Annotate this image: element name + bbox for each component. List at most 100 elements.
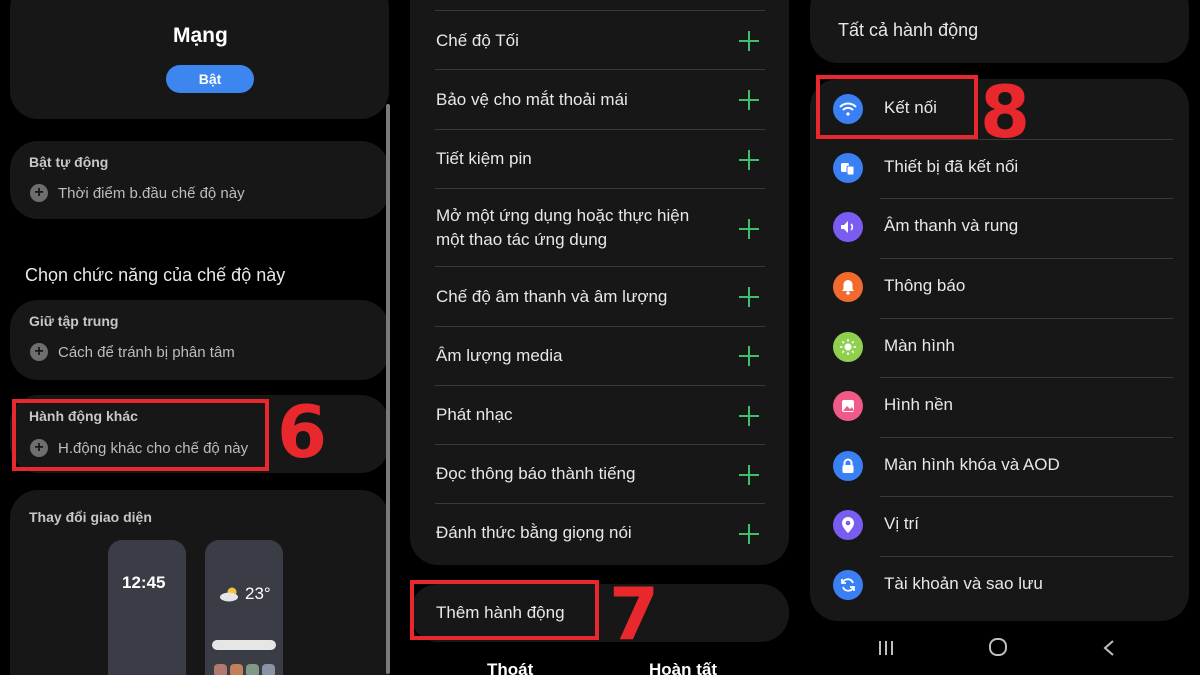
- action-item[interactable]: Âm lượng media: [435, 327, 765, 386]
- action-item[interactable]: Bảo vệ cho mắt thoải mái: [435, 70, 765, 130]
- list-divider: [880, 556, 1173, 557]
- setting-item-wallpaper[interactable]: Hình nền: [833, 377, 1173, 436]
- add-icon[interactable]: [739, 150, 759, 170]
- focus-card[interactable]: Giữ tập trung + Cách để tránh bị phân tâ…: [10, 300, 389, 380]
- lock-icon: [833, 451, 863, 481]
- lockscreen-preview[interactable]: 12:45: [108, 540, 186, 675]
- list-divider: [880, 496, 1173, 497]
- widget-bar: [212, 640, 276, 650]
- list-divider: [880, 258, 1173, 259]
- action-item[interactable]: Tiết kiệm pin: [435, 130, 765, 189]
- action-item[interactable]: Phát nhạc: [435, 386, 765, 445]
- setting-item-sound[interactable]: Âm thanh và rung: [833, 198, 1173, 257]
- action-item[interactable]: Chế độ Tối: [435, 11, 765, 70]
- action-label: Bảo vệ cho mắt thoải mái: [436, 90, 628, 109]
- temperature: 23°: [245, 584, 271, 603]
- setting-label: Vị trí: [884, 514, 919, 533]
- back-icon[interactable]: [1102, 637, 1116, 663]
- action-label: Âm lượng media: [436, 346, 563, 365]
- setting-label: Âm thanh và rung: [884, 216, 1019, 235]
- color-swatch: [214, 664, 227, 675]
- add-icon[interactable]: [739, 346, 759, 366]
- add-icon[interactable]: [739, 219, 759, 239]
- color-swatch: [246, 664, 259, 675]
- highlight-box: [816, 75, 978, 139]
- focus-title: Giữ tập trung: [29, 313, 119, 329]
- action-label: Tiết kiệm pin: [436, 149, 532, 168]
- list-divider: [880, 437, 1173, 438]
- recent-apps-icon[interactable]: [876, 637, 896, 663]
- add-icon[interactable]: [739, 90, 759, 110]
- section-heading: Chọn chức năng của chế độ này: [25, 265, 286, 285]
- setting-item-location[interactable]: Vị trí: [833, 496, 1173, 555]
- devices-icon: [833, 153, 863, 183]
- auto-on-item[interactable]: + Thời điểm b.đầu chế độ này: [30, 184, 245, 202]
- list-divider: [435, 0, 765, 11]
- volume-icon: [833, 212, 863, 242]
- color-swatch: [230, 664, 243, 675]
- image-icon: [833, 391, 863, 421]
- add-action-panel: Chế độ Tối Bảo vệ cho mắt thoải mái Tiết…: [400, 0, 800, 675]
- partly-cloudy-icon: [220, 587, 238, 602]
- action-label: Đánh thức bằng giọng nói: [436, 523, 632, 542]
- bell-icon: [833, 272, 863, 302]
- setting-label: Thiết bị đã kết nối: [884, 157, 1019, 176]
- step-number: 6: [277, 390, 328, 474]
- done-button[interactable]: Hoàn tất: [649, 660, 717, 675]
- lockscreen-time: 12:45: [122, 573, 166, 592]
- setting-label: Tài khoản và sao lưu: [884, 574, 1043, 593]
- action-item[interactable]: Chế độ âm thanh và âm lượng: [435, 267, 765, 327]
- exit-button[interactable]: Thoát: [487, 660, 533, 675]
- action-item[interactable]: Mở một ứng dụng hoặc thực hiện một thao …: [435, 189, 765, 267]
- auto-on-card[interactable]: Bật tự động + Thời điểm b.đầu chế độ này: [10, 141, 389, 219]
- plus-circle-icon: +: [30, 343, 48, 361]
- highlight-box: [410, 580, 599, 640]
- setting-item-accounts[interactable]: Tài khoản và sao lưu: [833, 556, 1173, 615]
- setting-item-display[interactable]: Màn hình: [833, 318, 1173, 377]
- mode-toggle-button[interactable]: Bật: [166, 65, 254, 93]
- mode-header-card: Mạng Bật: [10, 0, 389, 119]
- home-icon[interactable]: [988, 637, 1008, 663]
- setting-label: Màn hình khóa và AOD: [884, 455, 1060, 474]
- header-title: Tất cả hành động: [838, 20, 979, 40]
- plus-circle-icon: +: [30, 184, 48, 202]
- action-item[interactable]: Đánh thức bằng giọng nói: [435, 504, 765, 563]
- list-divider: [880, 377, 1173, 378]
- navigation-bar: [800, 625, 1200, 675]
- add-icon[interactable]: [739, 465, 759, 485]
- add-icon[interactable]: [739, 287, 759, 307]
- header-card: Tất cả hành động: [810, 0, 1189, 63]
- scrollbar[interactable]: [386, 104, 390, 674]
- auto-on-item-label: Thời điểm b.đầu chế độ này: [58, 184, 245, 202]
- action-label: Mở một ứng dụng hoặc thực hiện một thao …: [436, 206, 690, 249]
- add-icon[interactable]: [739, 406, 759, 426]
- action-label: Phát nhạc: [436, 405, 513, 424]
- setting-item-notifications[interactable]: Thông báo: [833, 258, 1173, 317]
- highlight-box: [12, 399, 269, 471]
- action-label: Chế độ âm thanh và âm lượng: [436, 287, 668, 306]
- appearance-card[interactable]: Thay đổi giao diện 12:45 23°: [10, 490, 389, 675]
- mode-title: Mạng: [173, 24, 228, 47]
- focus-item[interactable]: + Cách để tránh bị phân tâm: [30, 343, 235, 361]
- weather-widget: 23°: [219, 584, 271, 604]
- color-swatch: [262, 664, 275, 675]
- focus-item-label: Cách để tránh bị phân tâm: [58, 343, 235, 361]
- list-divider: [880, 318, 1173, 319]
- add-icon[interactable]: [739, 524, 759, 544]
- sync-icon: [833, 570, 863, 600]
- location-icon: [833, 510, 863, 540]
- sun-icon: [833, 332, 863, 362]
- appearance-title: Thay đổi giao diện: [29, 509, 152, 525]
- setting-item-lockscreen[interactable]: Màn hình khóa và AOD: [833, 437, 1173, 496]
- step-number: 7: [609, 572, 660, 656]
- setting-label: Hình nền: [884, 395, 953, 414]
- step-number: 8: [980, 70, 1031, 154]
- action-item[interactable]: Đọc thông báo thành tiếng: [435, 445, 765, 504]
- aod-preview[interactable]: 23°: [205, 540, 283, 675]
- action-label: Đọc thông báo thành tiếng: [436, 464, 636, 483]
- mode-settings-panel: Mạng Bật Bật tự động + Thời điểm b.đầu c…: [0, 0, 400, 675]
- list-divider: [880, 198, 1173, 199]
- action-label: Chế độ Tối: [436, 31, 519, 50]
- add-icon[interactable]: [739, 31, 759, 51]
- setting-label: Màn hình: [884, 336, 955, 355]
